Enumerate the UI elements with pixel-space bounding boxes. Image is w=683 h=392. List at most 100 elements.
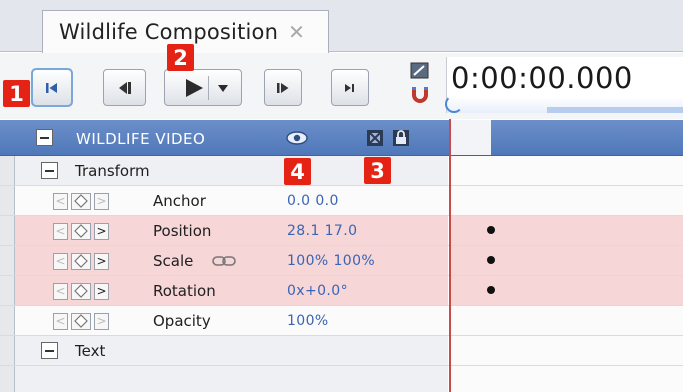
- eye-icon[interactable]: [286, 130, 308, 146]
- group-row-left: [14, 366, 448, 392]
- film-icon[interactable]: [366, 129, 384, 147]
- work-area-bar: [547, 107, 683, 113]
- next-keyframe-button[interactable]: >: [94, 252, 109, 270]
- group-row-left: Text: [14, 336, 448, 365]
- play-split-divider: [208, 76, 209, 100]
- tab-bar: Wildlife Composition ✕: [0, 0, 683, 53]
- timeline-track[interactable]: [449, 186, 683, 215]
- timeline-track[interactable]: [449, 336, 683, 365]
- group-row-next: [0, 366, 683, 392]
- keyframe-nav: < >: [53, 282, 112, 300]
- property-row-scale[interactable]: < > Scale 100% 100%: [0, 246, 683, 276]
- step-forward-icon: [277, 82, 289, 93]
- add-keyframe-button[interactable]: [71, 192, 91, 210]
- layer-title: WILDLIFE VIDEO: [76, 130, 206, 148]
- chain-link-icon[interactable]: [212, 255, 236, 267]
- property-row-position[interactable]: < > Position 28.1 17.0: [0, 216, 683, 246]
- edit-keyframe-icon[interactable]: [410, 61, 430, 81]
- current-time-marker[interactable]: [445, 95, 463, 113]
- timeline-ruler[interactable]: [447, 97, 683, 113]
- property-value-anchor[interactable]: 0.0 0.0: [287, 193, 339, 209]
- group-label-text: Text: [75, 342, 106, 360]
- diamond-icon: [74, 314, 88, 328]
- timeline-track[interactable]: [449, 246, 683, 275]
- diamond-icon: [74, 284, 88, 298]
- property-row-anchor[interactable]: < > Anchor 0.0 0.0: [0, 186, 683, 216]
- property-name-position: Position: [153, 222, 212, 240]
- group-row-text[interactable]: Text: [0, 336, 683, 366]
- keyframe-marker[interactable]: [487, 286, 495, 294]
- keyframe-nav: < >: [53, 252, 112, 270]
- step-forward-button[interactable]: [264, 69, 302, 106]
- keyframe-nav: < >: [53, 192, 112, 210]
- go-to-start-button[interactable]: [31, 68, 73, 107]
- property-value-position[interactable]: 28.1 17.0: [287, 223, 357, 239]
- property-row-left: < > Rotation 0x+0.0°: [14, 276, 448, 305]
- callout-badge-4: 4: [284, 158, 311, 185]
- callout-badge-1: 1: [3, 80, 30, 107]
- add-keyframe-button[interactable]: [71, 222, 91, 240]
- property-name-rotation: Rotation: [153, 282, 216, 300]
- property-name-anchor: Anchor: [153, 192, 206, 210]
- next-keyframe-button[interactable]: >: [94, 312, 109, 330]
- diamond-icon: [74, 224, 88, 238]
- timeline-track[interactable]: [449, 276, 683, 305]
- prev-keyframe-button[interactable]: <: [53, 282, 68, 300]
- add-keyframe-button[interactable]: [71, 282, 91, 300]
- chevron-down-icon[interactable]: [217, 83, 229, 93]
- group-label-transform: Transform: [75, 162, 150, 180]
- next-keyframe-button[interactable]: >: [94, 192, 109, 210]
- collapse-layer-icon[interactable]: [36, 129, 53, 146]
- collapse-text-icon[interactable]: [41, 342, 58, 359]
- timecode-display[interactable]: 0:00:00.000: [445, 57, 683, 113]
- play-icon: [186, 78, 203, 97]
- callout-badge-3: 3: [364, 157, 391, 184]
- playhead-line[interactable]: [449, 119, 451, 392]
- first-frame-icon: [46, 82, 57, 93]
- magnet-icon[interactable]: [410, 86, 430, 104]
- keyframe-nav: < >: [53, 312, 112, 330]
- close-icon[interactable]: ✕: [288, 22, 305, 42]
- property-row-left: < > Scale 100% 100%: [14, 246, 448, 275]
- play-button[interactable]: [164, 69, 242, 106]
- layer-header-left: WILDLIFE VIDEO: [14, 120, 448, 155]
- group-row-transform[interactable]: Transform: [0, 156, 683, 186]
- property-row-left: < > Anchor 0.0 0.0: [14, 186, 448, 215]
- property-row-left: < > Position 28.1 17.0: [14, 216, 448, 245]
- property-value-opacity[interactable]: 100%: [287, 313, 329, 329]
- keyframe-marker[interactable]: [487, 226, 495, 234]
- keyframe-marker[interactable]: [487, 256, 495, 264]
- transport-bar: 0:00:00.000: [0, 53, 683, 119]
- property-row-rotation[interactable]: < > Rotation 0x+0.0°: [0, 276, 683, 306]
- last-frame-icon: [345, 83, 354, 92]
- diamond-icon: [74, 254, 88, 268]
- property-name-opacity: Opacity: [153, 312, 211, 330]
- keyframe-nav: < >: [53, 222, 112, 240]
- app-window: Wildlife Composition ✕ 0:00:00.000 WILDL…: [0, 0, 683, 392]
- diamond-icon: [74, 194, 88, 208]
- prev-keyframe-button[interactable]: <: [53, 252, 68, 270]
- prev-keyframe-button[interactable]: <: [53, 222, 68, 240]
- step-back-button[interactable]: [103, 69, 146, 106]
- property-value-scale[interactable]: 100% 100%: [287, 253, 375, 269]
- next-keyframe-button[interactable]: >: [94, 222, 109, 240]
- lock-icon[interactable]: [392, 129, 410, 147]
- timeline-track[interactable]: [449, 306, 683, 335]
- layer-panel: WILDLIFE VIDEO Transform < > Anchor 0.0 …: [0, 120, 683, 392]
- layer-header-row[interactable]: WILDLIFE VIDEO: [0, 120, 683, 156]
- add-keyframe-button[interactable]: [71, 312, 91, 330]
- step-back-icon: [118, 81, 131, 94]
- property-row-opacity[interactable]: < > Opacity 100%: [0, 306, 683, 336]
- property-value-rotation[interactable]: 0x+0.0°: [287, 283, 348, 299]
- go-to-end-button[interactable]: [331, 69, 369, 106]
- prev-keyframe-button[interactable]: <: [53, 192, 68, 210]
- prev-keyframe-button[interactable]: <: [53, 312, 68, 330]
- current-time-cell: [449, 120, 491, 155]
- timeline-track[interactable]: [449, 156, 683, 185]
- collapse-transform-icon[interactable]: [41, 162, 58, 179]
- property-row-left: < > Opacity 100%: [14, 306, 448, 335]
- timeline-track[interactable]: [449, 216, 683, 245]
- next-keyframe-button[interactable]: >: [94, 282, 109, 300]
- property-name-scale: Scale: [153, 252, 194, 270]
- add-keyframe-button[interactable]: [71, 252, 91, 270]
